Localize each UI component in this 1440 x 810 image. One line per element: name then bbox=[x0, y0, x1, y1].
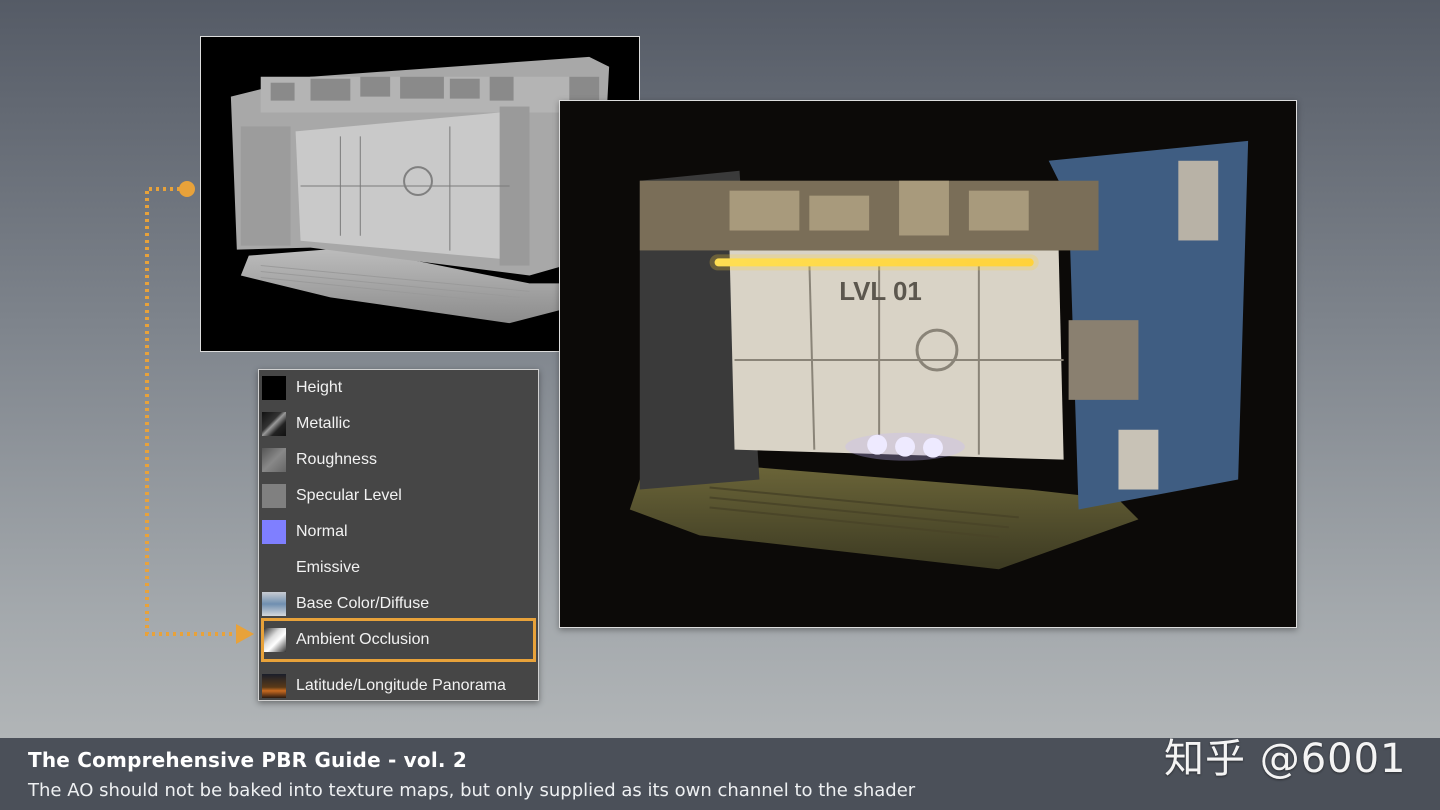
channel-item-normal[interactable]: Normal bbox=[259, 514, 538, 550]
normal-map-icon bbox=[262, 520, 286, 544]
channel-item-panorama[interactable]: Latitude/Longitude Panorama bbox=[259, 668, 538, 704]
base-color-map-icon bbox=[262, 592, 286, 616]
channel-label: Height bbox=[296, 379, 343, 396]
channel-item-specular-level[interactable]: Specular Level bbox=[259, 478, 538, 514]
channel-item-roughness[interactable]: Roughness bbox=[259, 442, 538, 478]
watermark: 知乎 @6001 bbox=[1164, 736, 1407, 782]
panorama-map-icon bbox=[262, 674, 286, 698]
channel-label: Normal bbox=[296, 523, 348, 540]
channel-label: Ambient Occlusion bbox=[296, 631, 430, 648]
channel-label: Base Color/Diffuse bbox=[296, 595, 430, 612]
channel-label: Roughness bbox=[296, 451, 377, 468]
emissive-map-icon bbox=[262, 556, 286, 580]
height-map-icon bbox=[262, 376, 286, 400]
slide-title: The Comprehensive PBR Guide - vol. 2 bbox=[28, 748, 467, 772]
slide-subtitle: The AO should not be baked into texture … bbox=[28, 780, 916, 801]
channel-label: Specular Level bbox=[296, 487, 402, 504]
pbr-render: LVL 01 bbox=[559, 100, 1297, 628]
roughness-map-icon bbox=[262, 448, 286, 472]
channel-item-metallic[interactable]: Metallic bbox=[259, 406, 538, 442]
channel-item-height[interactable]: Height bbox=[259, 370, 538, 406]
channel-label: Emissive bbox=[296, 559, 361, 576]
channel-label: Metallic bbox=[296, 415, 351, 432]
channel-item-ambient-occlusion[interactable]: Ambient Occlusion bbox=[259, 618, 538, 662]
metallic-map-icon bbox=[262, 412, 286, 436]
specular-map-icon bbox=[262, 484, 286, 508]
channel-list-panel: Height Metallic Roughness Specular Level… bbox=[258, 369, 539, 701]
channel-label: Latitude/Longitude Panorama bbox=[296, 677, 506, 694]
lvl-sign: LVL 01 bbox=[839, 278, 922, 306]
channel-item-base-color[interactable]: Base Color/Diffuse bbox=[259, 586, 538, 622]
channel-item-emissive[interactable]: Emissive bbox=[259, 550, 538, 586]
ambient-occlusion-map-icon bbox=[262, 628, 286, 652]
